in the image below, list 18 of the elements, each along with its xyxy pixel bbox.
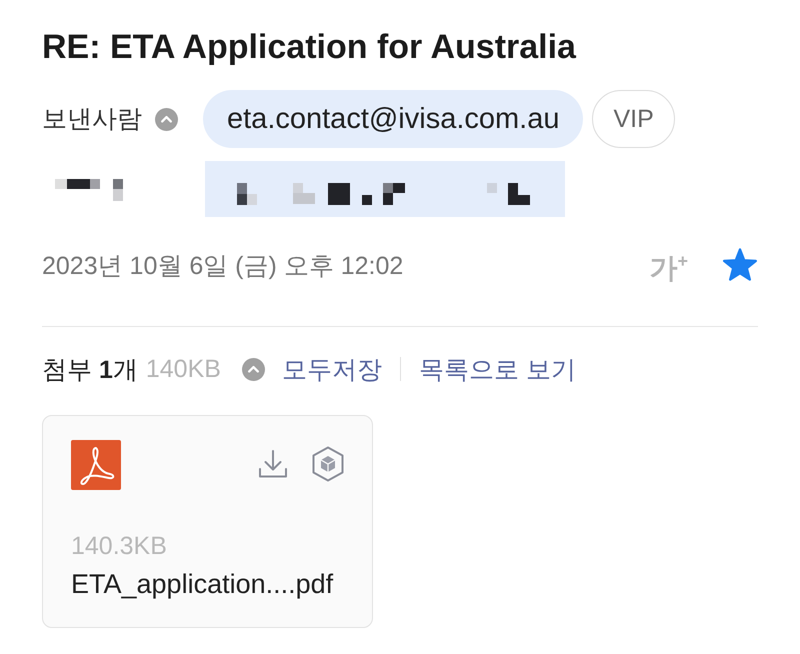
- list-view-link[interactable]: 목록으로 보기: [418, 352, 576, 386]
- chevron-up-icon[interactable]: [155, 108, 178, 130]
- pdf-file-icon: [71, 440, 121, 490]
- sender-label: 보낸사람: [42, 104, 142, 134]
- sent-date: 2023년 10월 6일 (금) 오후 12:02: [42, 250, 404, 282]
- cube-icon[interactable]: [311, 446, 345, 482]
- file-size: 140.3KB: [71, 531, 168, 561]
- vip-button[interactable]: VIP: [592, 90, 675, 148]
- sender-address-chip[interactable]: eta.contact@ivisa.com.au: [203, 90, 584, 148]
- star-icon[interactable]: [722, 248, 758, 282]
- download-icon[interactable]: [257, 448, 289, 480]
- chevron-up-icon[interactable]: [242, 358, 265, 380]
- email-subject: RE: ETA Application for Australia: [42, 27, 578, 67]
- save-all-link[interactable]: 모두저장: [282, 352, 382, 386]
- file-name: ETA_application....pdf: [71, 568, 334, 601]
- attachment-count: 첨부 1개: [42, 354, 138, 386]
- attachment-total-size: 140KB: [146, 354, 221, 384]
- attachment-card[interactable]: 140.3KB ETA_application....pdf: [42, 415, 373, 628]
